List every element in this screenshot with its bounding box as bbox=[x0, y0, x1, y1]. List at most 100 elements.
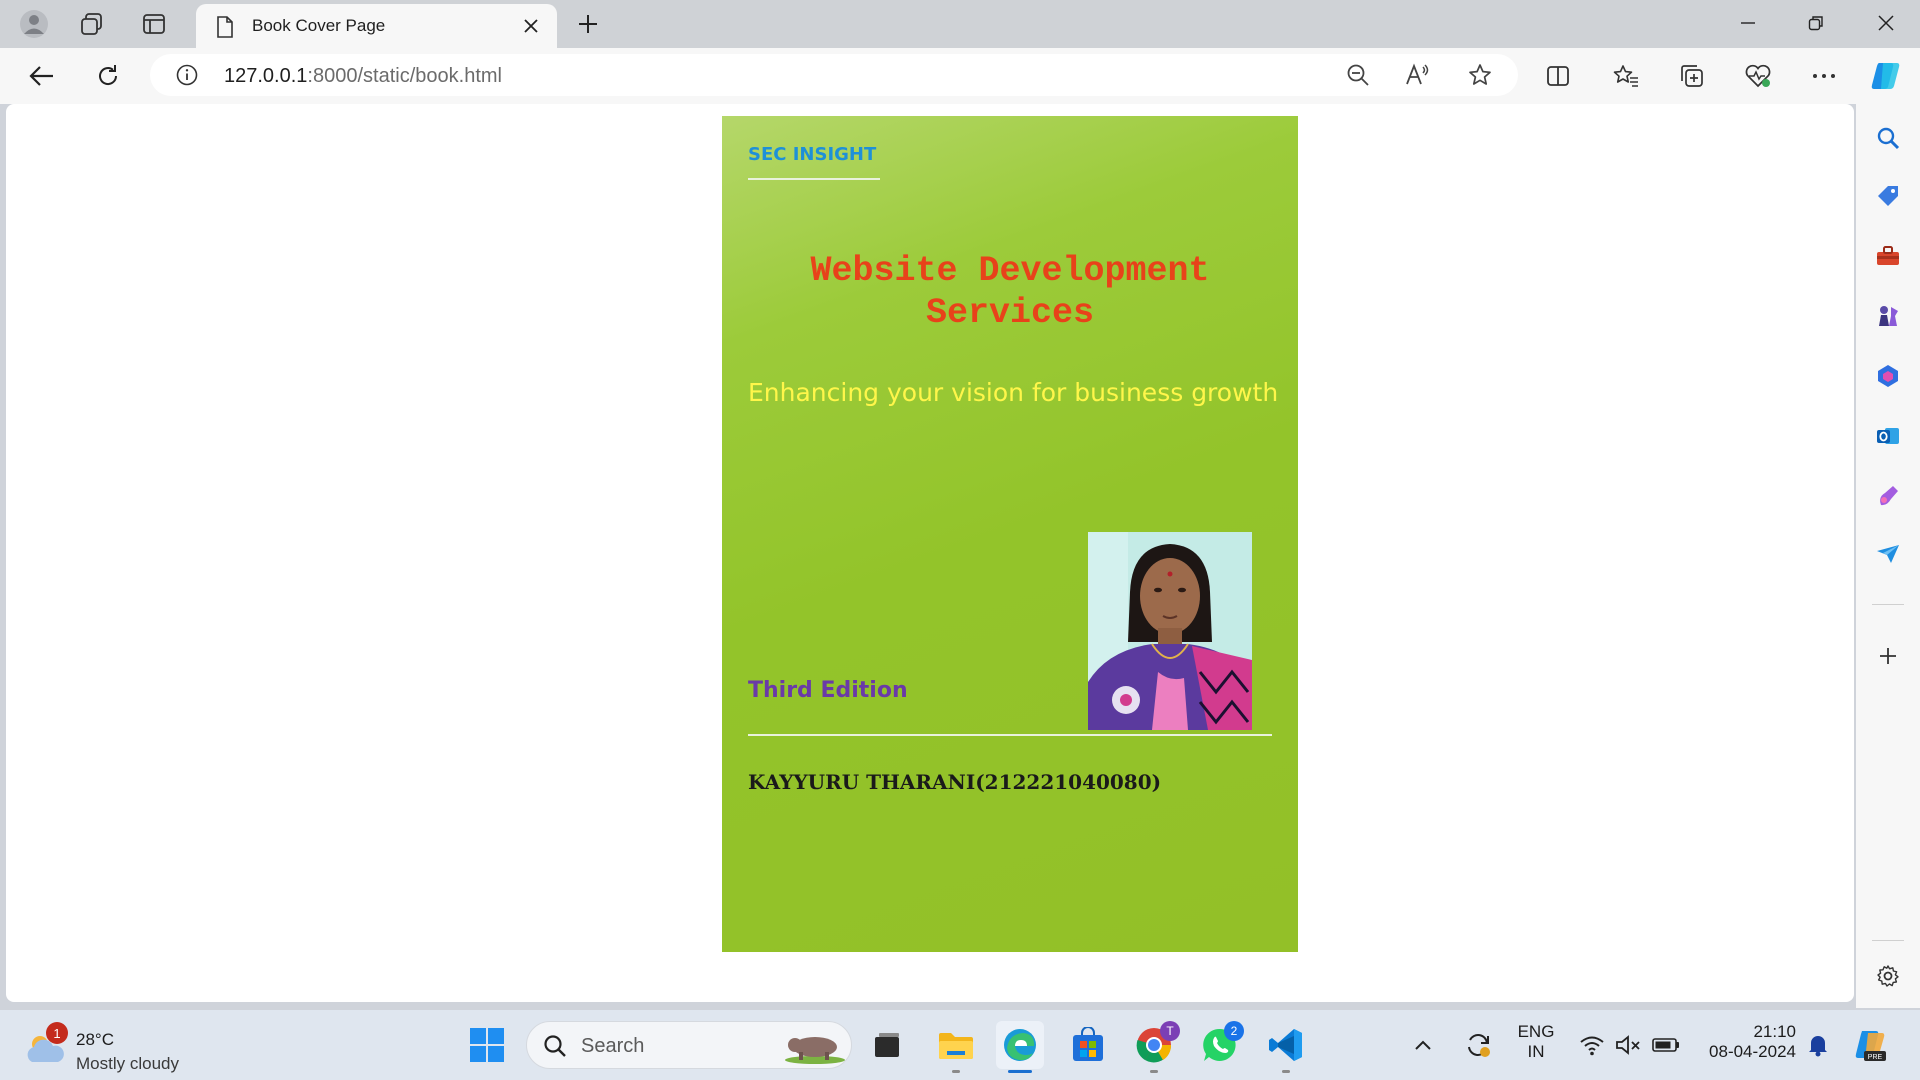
new-tab-button[interactable] bbox=[568, 6, 608, 42]
edition-label: Third Edition bbox=[748, 678, 908, 703]
whatsapp-button[interactable]: 2 bbox=[1196, 1021, 1244, 1069]
profile-button[interactable] bbox=[14, 6, 54, 42]
task-view-icon bbox=[875, 1033, 899, 1057]
volume-button[interactable] bbox=[1608, 1021, 1648, 1069]
author-photo bbox=[1088, 532, 1252, 730]
refresh-icon bbox=[99, 65, 118, 85]
workspaces-icon bbox=[81, 13, 102, 35]
restore-icon bbox=[1808, 16, 1823, 31]
sidebar-tools-button[interactable] bbox=[1870, 238, 1906, 274]
chess-icon bbox=[1879, 306, 1898, 326]
copilot-preview-button[interactable]: PRE bbox=[1848, 1021, 1892, 1069]
close-tab-button[interactable] bbox=[515, 10, 547, 42]
file-explorer-button[interactable] bbox=[932, 1021, 980, 1069]
notifications-button[interactable] bbox=[1800, 1021, 1836, 1069]
shopping-tag-icon bbox=[1878, 186, 1898, 206]
tab-book-cover-page[interactable]: Book Cover Page bbox=[196, 4, 557, 48]
profile-icon bbox=[20, 10, 48, 38]
close-icon bbox=[1878, 15, 1894, 31]
sync-icon bbox=[1468, 1034, 1490, 1057]
split-screen-button[interactable] bbox=[1536, 56, 1580, 96]
address-bar[interactable]: 127.0.0.1:8000/static/book.html bbox=[150, 54, 1518, 96]
outlook-icon bbox=[1877, 428, 1899, 444]
book-cover: SEC INSIGHT Website Development Services… bbox=[722, 116, 1298, 952]
favorite-button[interactable] bbox=[1462, 58, 1498, 92]
copilot-icon bbox=[1871, 63, 1900, 89]
browser-essentials-button[interactable] bbox=[1736, 56, 1780, 96]
author-portrait-image bbox=[1088, 532, 1252, 730]
chevron-up-icon bbox=[1415, 1040, 1431, 1050]
vscode-button[interactable] bbox=[1262, 1021, 1310, 1069]
search-icon bbox=[1877, 127, 1900, 150]
taskbar-search-box[interactable]: Search bbox=[526, 1021, 852, 1069]
read-aloud-icon bbox=[1406, 63, 1429, 85]
whatsapp-notification-badge: 2 bbox=[1224, 1021, 1244, 1041]
tab-title: Book Cover Page bbox=[252, 16, 386, 35]
toolbox-icon bbox=[1877, 246, 1899, 265]
sidebar-settings-button[interactable] bbox=[1870, 958, 1906, 994]
minimize-button[interactable] bbox=[1720, 0, 1776, 46]
weather-badge: 1 bbox=[46, 1022, 68, 1044]
language-line1: ENG bbox=[1517, 1022, 1555, 1041]
copilot-pre-icon: PRE bbox=[1855, 1031, 1886, 1061]
author-divider bbox=[748, 734, 1272, 736]
sidebar-games-button[interactable] bbox=[1870, 298, 1906, 334]
browser-toolbar: 127.0.0.1:8000/static/book.html bbox=[0, 48, 1920, 104]
collections-icon bbox=[1681, 65, 1703, 87]
svg-text:PRE: PRE bbox=[1868, 1054, 1883, 1061]
back-button[interactable] bbox=[20, 56, 64, 96]
clock[interactable]: 21:10 08-04-2024 bbox=[1696, 1022, 1800, 1062]
edge-button[interactable] bbox=[996, 1021, 1044, 1069]
battery-button[interactable] bbox=[1646, 1021, 1686, 1069]
running-indicator bbox=[952, 1070, 960, 1073]
collections-button[interactable] bbox=[1670, 56, 1714, 96]
clock-date: 08-04-2024 bbox=[1709, 1042, 1796, 1061]
sidebar-shopping-button[interactable] bbox=[1870, 178, 1906, 214]
close-window-button[interactable] bbox=[1858, 0, 1914, 46]
sidebar-search-button[interactable] bbox=[1870, 120, 1906, 156]
restore-button[interactable] bbox=[1788, 0, 1844, 46]
windows-logo-icon bbox=[470, 1028, 504, 1062]
sidebar-m365-button[interactable] bbox=[1870, 358, 1906, 394]
author-name: KAYYURU THARANI(212221040080) bbox=[748, 770, 1162, 794]
weather-widget[interactable]: 1 28°C Mostly cloudy bbox=[24, 1022, 204, 1073]
vertical-tabs-button[interactable] bbox=[134, 6, 174, 42]
settings-more-button[interactable] bbox=[1802, 56, 1846, 96]
sidebar-drop-button[interactable] bbox=[1870, 536, 1906, 572]
zoom-out-icon bbox=[1347, 64, 1369, 86]
sync-status-button[interactable] bbox=[1458, 1021, 1498, 1069]
search-placeholder: Search bbox=[581, 1035, 645, 1057]
sidebar-designer-button[interactable] bbox=[1870, 478, 1906, 514]
book-tagline: Enhancing your vision for business growt… bbox=[748, 378, 1279, 407]
refresh-button[interactable] bbox=[86, 56, 130, 96]
close-icon bbox=[524, 19, 538, 33]
active-indicator bbox=[1008, 1070, 1032, 1073]
show-hidden-icons-button[interactable] bbox=[1406, 1021, 1440, 1069]
sidebar-outlook-button[interactable] bbox=[1870, 418, 1906, 454]
zoom-button[interactable] bbox=[1340, 58, 1376, 92]
copilot-button[interactable] bbox=[1864, 56, 1908, 96]
back-arrow-icon bbox=[29, 66, 53, 86]
plus-icon bbox=[579, 15, 597, 33]
book-title: Website Development Services bbox=[748, 250, 1272, 334]
wifi-button[interactable] bbox=[1572, 1021, 1612, 1069]
site-info-icon[interactable] bbox=[176, 64, 198, 86]
clock-time: 21:10 bbox=[1753, 1022, 1796, 1041]
store-button[interactable] bbox=[1064, 1021, 1112, 1069]
edge-sidebar bbox=[1856, 104, 1920, 1008]
title-bar: Book Cover Page bbox=[0, 0, 1920, 48]
task-view-button[interactable] bbox=[863, 1021, 911, 1069]
read-aloud-button[interactable] bbox=[1400, 58, 1436, 92]
running-indicator bbox=[1150, 1070, 1158, 1073]
chrome-button[interactable]: T bbox=[1130, 1021, 1180, 1069]
favorites-button[interactable] bbox=[1604, 56, 1648, 96]
search-highlight-illustration-icon bbox=[785, 1037, 845, 1064]
sidebar-divider bbox=[1872, 604, 1904, 605]
workspaces-button[interactable] bbox=[72, 6, 112, 42]
url-text[interactable]: 127.0.0.1:8000/static/book.html bbox=[224, 65, 502, 88]
start-button[interactable] bbox=[463, 1021, 511, 1069]
url-path: :8000/static/book.html bbox=[307, 65, 502, 87]
sidebar-add-button[interactable] bbox=[1870, 638, 1906, 674]
language-indicator[interactable]: ENG IN bbox=[1508, 1022, 1564, 1062]
brand-underline bbox=[748, 178, 880, 180]
